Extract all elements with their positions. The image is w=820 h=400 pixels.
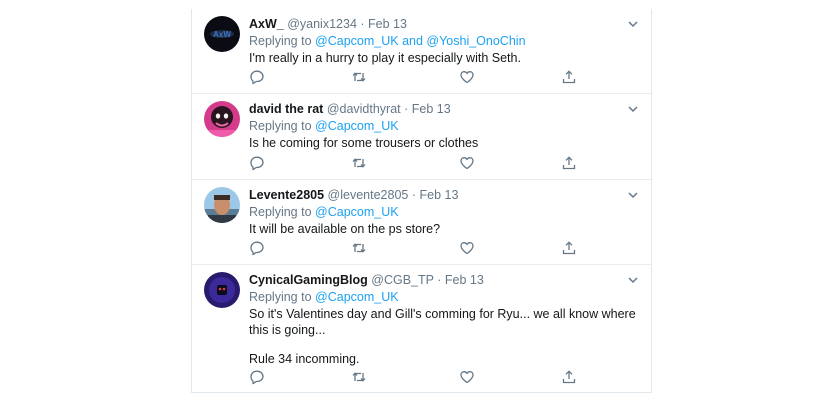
heart-icon[interactable]: [459, 155, 475, 171]
tweet[interactable]: Levente2805 @levente2805 · Feb 13 Replyi…: [192, 180, 651, 265]
tweet-text: So it's Valentines day and Gill's commin…: [249, 306, 639, 367]
tweet-actions: [249, 240, 579, 256]
reply-icon[interactable]: [249, 240, 265, 256]
user-handle[interactable]: @levente2805: [328, 188, 409, 202]
tweet-text-line: Is he coming for some trousers or clothe…: [249, 136, 479, 150]
timestamp[interactable]: Feb 13: [445, 273, 484, 287]
tweet-header: AxW_ @yanix1234 · Feb 13: [249, 16, 639, 32]
user-handle[interactable]: @davidthyrat: [327, 102, 401, 116]
tweet-text: It will be available on the ps store?: [249, 221, 639, 237]
chevron-down-icon[interactable]: [627, 273, 639, 285]
retweet-icon[interactable]: [351, 69, 367, 85]
timestamp[interactable]: Feb 13: [420, 188, 459, 202]
tweet-actions: [249, 69, 579, 85]
tweet-text-line: I'm really in a hurry to play it especia…: [249, 51, 521, 65]
reply-icon[interactable]: [249, 369, 265, 385]
mention-link[interactable]: @Capcom_UK: [315, 290, 399, 304]
reply-thread: AxW AxW_ @yanix1234 · Feb 13 Replying to…: [191, 9, 652, 393]
tweet[interactable]: AxW AxW_ @yanix1234 · Feb 13 Replying to…: [192, 9, 651, 94]
timestamp[interactable]: Feb 13: [368, 17, 407, 31]
mention-link[interactable]: @Capcom_UK: [315, 34, 399, 48]
separator-dot: ·: [411, 188, 417, 202]
replying-to: Replying to @Capcom_UK: [249, 289, 639, 305]
svg-text:AxW: AxW: [213, 30, 231, 39]
tweet[interactable]: CynicalGamingBlog @CGB_TP · Feb 13 Reply…: [192, 265, 651, 393]
tweet-actions: [249, 155, 579, 171]
display-name[interactable]: Levente2805: [249, 188, 324, 202]
tweet-header: david the rat @davidthyrat · Feb 13: [249, 101, 639, 117]
avatar[interactable]: [204, 187, 240, 223]
user-handle[interactable]: @CGB_TP: [371, 273, 433, 287]
display-name[interactable]: CynicalGamingBlog: [249, 273, 368, 287]
reply-icon[interactable]: [249, 155, 265, 171]
separator-dot: ·: [437, 273, 442, 287]
separator-dot: ·: [404, 102, 409, 116]
tweet-header: CynicalGamingBlog @CGB_TP · Feb 13: [249, 272, 639, 288]
tweet-header: Levente2805 @levente2805 · Feb 13: [249, 187, 639, 203]
mention-conjunction: and: [402, 34, 423, 48]
mention-link[interactable]: @Capcom_UK: [315, 119, 399, 133]
reply-icon[interactable]: [249, 69, 265, 85]
retweet-icon[interactable]: [351, 240, 367, 256]
share-icon[interactable]: [561, 240, 577, 256]
chevron-down-icon[interactable]: [627, 17, 639, 29]
heart-icon[interactable]: [459, 369, 475, 385]
replying-to: Replying to @Capcom_UK and @Yoshi_OnoChi…: [249, 33, 639, 49]
share-icon[interactable]: [561, 369, 577, 385]
retweet-icon[interactable]: [351, 369, 367, 385]
separator-dot: ·: [360, 17, 365, 31]
heart-icon[interactable]: [459, 69, 475, 85]
tweet-text: I'm really in a hurry to play it especia…: [249, 50, 639, 66]
display-name[interactable]: david the rat: [249, 102, 323, 116]
replying-label: Replying to: [249, 119, 312, 133]
avatar[interactable]: AxW: [204, 16, 240, 52]
display-name[interactable]: AxW_: [249, 17, 284, 31]
tweet-text-line: Rule 34 incomming.: [249, 352, 360, 366]
tweet-text: Is he coming for some trousers or clothe…: [249, 135, 639, 151]
mention-link[interactable]: @Capcom_UK: [315, 205, 399, 219]
avatar[interactable]: [204, 101, 240, 137]
tweet[interactable]: david the rat @davidthyrat · Feb 13 Repl…: [192, 94, 651, 180]
share-icon[interactable]: [561, 69, 577, 85]
timestamp[interactable]: Feb 13: [412, 102, 451, 116]
mention-link[interactable]: @Yoshi_OnoChin: [426, 34, 525, 48]
avatar[interactable]: [204, 272, 240, 308]
replying-to: Replying to @Capcom_UK: [249, 204, 639, 220]
share-icon[interactable]: [561, 155, 577, 171]
tweet-actions: [249, 369, 579, 385]
replying-label: Replying to: [249, 34, 312, 48]
replying-label: Replying to: [249, 205, 312, 219]
tweet-text-line: It will be available on the ps store?: [249, 222, 441, 236]
heart-icon[interactable]: [459, 240, 475, 256]
retweet-icon[interactable]: [351, 155, 367, 171]
chevron-down-icon[interactable]: [627, 188, 639, 200]
replying-to: Replying to @Capcom_UK: [249, 118, 639, 134]
replying-label: Replying to: [249, 290, 312, 304]
chevron-down-icon[interactable]: [627, 102, 639, 114]
user-handle[interactable]: @yanix1234: [287, 17, 357, 31]
tweet-text-line: So it's Valentines day and Gill's commin…: [249, 307, 636, 337]
